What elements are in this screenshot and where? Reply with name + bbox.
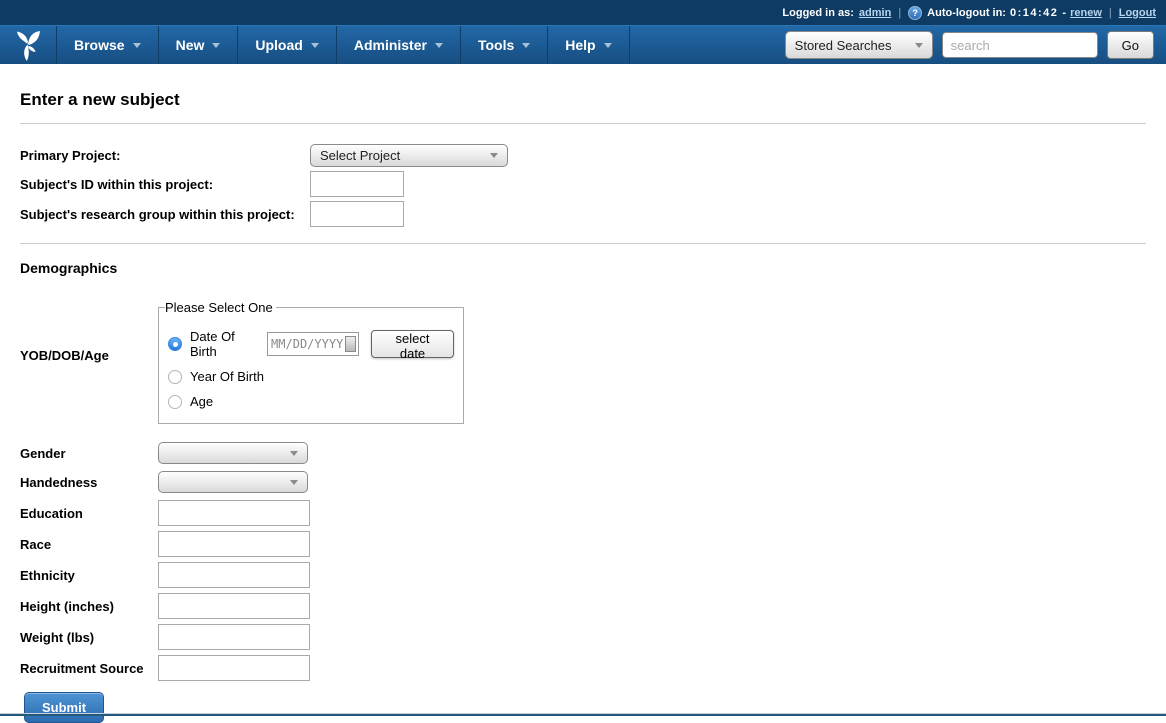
separator: | xyxy=(1109,7,1112,19)
nav-label: New xyxy=(176,37,205,53)
chevron-down-icon xyxy=(290,451,298,456)
recruitment-source-label: Recruitment Source xyxy=(20,661,158,676)
primary-project-value: Select Project xyxy=(320,148,400,163)
chevron-down-icon xyxy=(133,43,141,48)
stored-searches-label: Stored Searches xyxy=(795,38,892,53)
chevron-down-icon xyxy=(915,43,923,48)
date-spinner-icon[interactable] xyxy=(345,336,356,352)
gender-label: Gender xyxy=(20,446,158,461)
chevron-down-icon xyxy=(490,153,498,158)
gender-select[interactable] xyxy=(158,442,308,464)
radio-label: Date Of Birth xyxy=(190,329,259,359)
separator: | xyxy=(898,7,901,19)
ethnicity-label: Ethnicity xyxy=(20,568,158,583)
year-of-birth-option: Year Of Birth xyxy=(168,369,454,384)
nav-item-new[interactable]: New xyxy=(159,26,239,64)
subject-id-input[interactable] xyxy=(310,171,404,197)
project-section: Primary Project: Select Project Subject'… xyxy=(20,144,1146,227)
ethnicity-input[interactable] xyxy=(158,562,310,588)
nav-label: Help xyxy=(565,37,595,53)
primary-project-row: Primary Project: Select Project xyxy=(20,144,1146,167)
nav-label: Upload xyxy=(255,37,302,53)
go-button[interactable]: Go xyxy=(1107,31,1154,59)
chevron-down-icon xyxy=(311,43,319,48)
handedness-row: Handedness xyxy=(20,471,1146,493)
subject-id-row: Subject's ID within this project: xyxy=(20,171,1146,197)
chevron-down-icon xyxy=(604,43,612,48)
xnat-logo-icon xyxy=(14,29,42,62)
race-row: Race xyxy=(20,531,1146,557)
top-utility-bar: Logged in as: admin | ? Auto-logout in: … xyxy=(0,0,1166,25)
chevron-down-icon xyxy=(435,43,443,48)
nav-item-administer[interactable]: Administer xyxy=(337,26,461,64)
logout-link[interactable]: Logout xyxy=(1119,7,1156,19)
divider xyxy=(20,123,1146,124)
race-label: Race xyxy=(20,537,158,552)
nav-item-tools[interactable]: Tools xyxy=(461,26,548,64)
radio-label: Age xyxy=(190,394,213,409)
height-input[interactable] xyxy=(158,593,310,619)
demographics-heading: Demographics xyxy=(20,260,1146,276)
dash: - xyxy=(1062,7,1066,19)
question-mark-icon[interactable]: ? xyxy=(908,6,922,20)
demographics-fields: Gender Handedness Education Race Ethnici… xyxy=(20,442,1146,681)
please-select-one-fieldset: Please Select One Date Of Birth select d… xyxy=(158,300,464,424)
yob-dob-age-label: YOB/DOB/Age xyxy=(20,300,158,424)
year-of-birth-radio[interactable] xyxy=(168,370,182,384)
nav-item-help[interactable]: Help xyxy=(548,26,629,64)
submit-button[interactable]: Submit xyxy=(24,692,104,723)
ethnicity-row: Ethnicity xyxy=(20,562,1146,588)
autologout-timer: 0:14:42 xyxy=(1010,7,1058,19)
gender-row: Gender xyxy=(20,442,1146,464)
primary-project-label: Primary Project: xyxy=(20,148,310,163)
nav-label: Administer xyxy=(354,37,427,53)
nav-item-upload[interactable]: Upload xyxy=(238,26,336,64)
age-option: Age xyxy=(168,394,454,409)
research-group-row: Subject's research group within this pro… xyxy=(20,201,1146,227)
date-of-birth-radio[interactable] xyxy=(168,337,182,351)
weight-label: Weight (lbs) xyxy=(20,630,158,645)
username-link[interactable]: admin xyxy=(859,7,891,19)
autologout-label: Auto-logout in: xyxy=(927,7,1006,19)
main-navbar: Browse New Upload Administer Tools Help … xyxy=(0,25,1166,64)
race-input[interactable] xyxy=(158,531,310,557)
dob-input-wrap xyxy=(267,332,359,356)
height-label: Height (inches) xyxy=(20,599,158,614)
handedness-select[interactable] xyxy=(158,471,308,493)
navbar-right-tools: Stored Searches Go xyxy=(785,26,1166,64)
education-input[interactable] xyxy=(158,500,310,526)
education-label: Education xyxy=(20,506,158,521)
divider xyxy=(20,243,1146,244)
weight-row: Weight (lbs) xyxy=(20,624,1146,650)
yob-dob-age-row: YOB/DOB/Age Please Select One Date Of Bi… xyxy=(20,300,1146,424)
search-input[interactable] xyxy=(942,32,1098,58)
chevron-down-icon xyxy=(290,480,298,485)
radio-label: Year Of Birth xyxy=(190,369,264,384)
renew-link[interactable]: renew xyxy=(1070,7,1102,19)
chevron-down-icon xyxy=(522,43,530,48)
recruitment-source-row: Recruitment Source xyxy=(20,655,1146,681)
research-group-label: Subject's research group within this pro… xyxy=(20,207,310,222)
research-group-input[interactable] xyxy=(310,201,404,227)
chevron-down-icon xyxy=(212,43,220,48)
education-row: Education xyxy=(20,500,1146,526)
nav-label: Browse xyxy=(74,37,125,53)
recruitment-source-input[interactable] xyxy=(158,655,310,681)
weight-input[interactable] xyxy=(158,624,310,650)
nav-label: Tools xyxy=(478,37,514,53)
subject-id-label: Subject's ID within this project: xyxy=(20,177,310,192)
logged-in-label: Logged in as: xyxy=(782,7,854,19)
handedness-label: Handedness xyxy=(20,475,158,490)
age-radio[interactable] xyxy=(168,395,182,409)
stored-searches-dropdown[interactable]: Stored Searches xyxy=(785,31,933,59)
page-content: Enter a new subject Primary Project: Sel… xyxy=(0,90,1166,723)
page-title: Enter a new subject xyxy=(20,90,1146,110)
select-date-button[interactable]: select date xyxy=(371,330,454,358)
fieldset-legend: Please Select One xyxy=(165,300,276,315)
xnat-logo[interactable] xyxy=(0,26,57,64)
height-row: Height (inches) xyxy=(20,593,1146,619)
date-of-birth-option: Date Of Birth select date xyxy=(168,329,454,359)
primary-project-select[interactable]: Select Project xyxy=(310,144,508,167)
nav-item-browse[interactable]: Browse xyxy=(57,26,159,64)
